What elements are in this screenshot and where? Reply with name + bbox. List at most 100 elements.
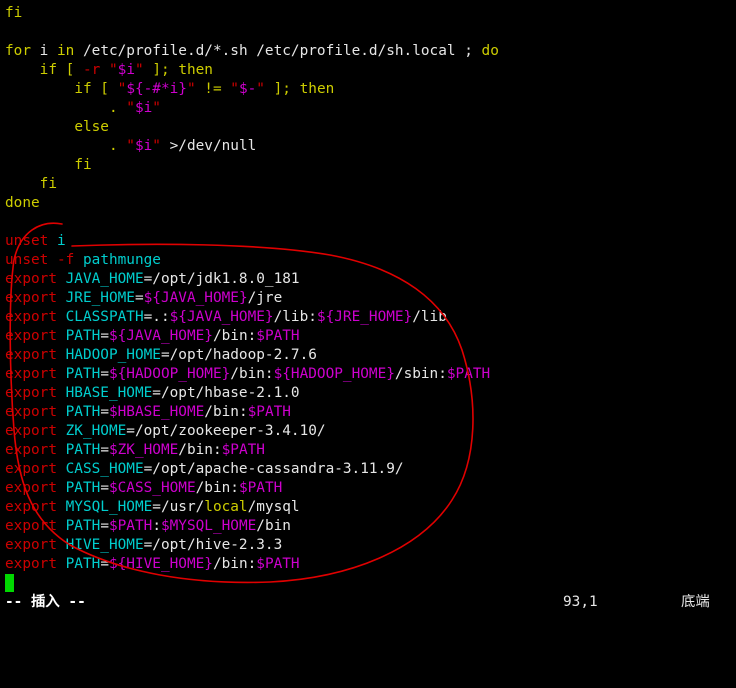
- code-token: CLASSPATH: [56, 309, 144, 325]
- code-token: export: [5, 271, 57, 287]
- code-token: /bin:: [178, 442, 222, 458]
- code-token: export: [5, 537, 57, 553]
- vim-status-line: -- 插入 -- 93,1 底端: [5, 593, 733, 612]
- code-token: for: [5, 43, 31, 59]
- code-line[interactable]: unset -f pathmunge: [5, 251, 733, 270]
- code-token: unset: [5, 252, 49, 268]
- code-token: ${JRE_HOME}: [316, 309, 413, 325]
- code-line[interactable]: done: [5, 194, 733, 213]
- code-line[interactable]: else: [5, 118, 733, 137]
- code-line[interactable]: export PATH=${HADOOP_HOME}/bin:${HADOOP_…: [5, 365, 733, 384]
- code-token: ": [126, 100, 135, 116]
- code-token: export: [5, 423, 57, 439]
- code-line[interactable]: if [ "${-#*i}" != "$-" ]; then: [5, 80, 733, 99]
- code-token: export: [5, 480, 57, 496]
- code-line[interactable]: fi: [5, 175, 733, 194]
- code-token: fi: [5, 5, 23, 21]
- code-line[interactable]: . "$i": [5, 99, 733, 118]
- code-token: PATH: [56, 404, 101, 420]
- code-token: /bin:: [204, 404, 248, 420]
- code-token: /lib:: [273, 309, 317, 325]
- code-token: fi: [74, 157, 92, 173]
- code-token: !=: [195, 81, 231, 97]
- text-cursor: [5, 574, 14, 592]
- code-line[interactable]: if [ -r "$i" ]; then: [5, 61, 733, 80]
- code-token: ": [134, 62, 144, 78]
- code-line[interactable]: [5, 213, 733, 232]
- code-token: -f: [48, 252, 75, 268]
- code-line[interactable]: export ZK_HOME=/opt/zookeeper-3.4.10/: [5, 422, 733, 441]
- code-line[interactable]: export HIVE_HOME=/opt/hive-2.3.3: [5, 536, 733, 555]
- code-token: export: [5, 556, 57, 572]
- code-token: =/opt/zookeeper-3.4.10/: [126, 423, 326, 439]
- code-line[interactable]: export JRE_HOME=${JAVA_HOME}/jre: [5, 289, 733, 308]
- code-token: else: [74, 119, 109, 135]
- vim-terminal-window[interactable]: fi for i in /etc/profile.d/*.sh /etc/prof…: [0, 0, 736, 635]
- code-token: /jre: [247, 290, 283, 306]
- code-token: then: [299, 81, 335, 97]
- code-line[interactable]: for i in /etc/profile.d/*.sh /etc/profil…: [5, 42, 733, 61]
- code-line[interactable]: export PATH=$CASS_HOME/bin:$PATH: [5, 479, 733, 498]
- code-line[interactable]: export HBASE_HOME=/opt/hbase-2.1.0: [5, 384, 733, 403]
- code-line[interactable]: export PATH=$HBASE_HOME/bin:$PATH: [5, 403, 733, 422]
- code-line[interactable]: fi: [5, 156, 733, 175]
- code-line[interactable]: [5, 23, 733, 42]
- code-token: /bin:: [195, 480, 239, 496]
- code-token: ${JAVA_HOME}: [108, 328, 213, 344]
- code-line[interactable]: export PATH=$PATH:$MYSQL_HOME/bin: [5, 517, 733, 536]
- code-token: =/opt/apache-cassandra-3.11.9/: [143, 461, 404, 477]
- code-token: .: [5, 138, 127, 154]
- code-token: $PATH: [256, 556, 300, 572]
- code-token: in: [57, 43, 75, 59]
- code-token: $PATH: [247, 404, 291, 420]
- code-line[interactable]: fi: [5, 4, 733, 23]
- code-token: >/dev/null: [160, 138, 257, 154]
- code-token: export: [5, 518, 57, 534]
- code-line[interactable]: export CLASSPATH=.:${JAVA_HOME}/lib:${JR…: [5, 308, 733, 327]
- code-token: MYSQL_HOME: [56, 499, 153, 515]
- code-token: i: [48, 233, 66, 249]
- code-token: =/opt/hbase-2.1.0: [152, 385, 300, 401]
- code-line[interactable]: export PATH=${HIVE_HOME}/bin:$PATH: [5, 555, 733, 574]
- code-token: ${HIVE_HOME}: [108, 556, 213, 572]
- code-token: $-: [238, 81, 257, 97]
- code-token: =: [100, 518, 109, 534]
- code-token: ": [186, 81, 196, 97]
- code-token: export: [5, 404, 57, 420]
- code-token: /bin:: [212, 328, 257, 344]
- code-line[interactable]: export HADOOP_HOME=/opt/hadoop-2.7.6: [5, 346, 733, 365]
- editor-text-area[interactable]: fi for i in /etc/profile.d/*.sh /etc/prof…: [5, 4, 733, 574]
- code-line[interactable]: export PATH=${JAVA_HOME}/bin:$PATH: [5, 327, 733, 346]
- code-token: $PATH: [221, 442, 265, 458]
- code-line[interactable]: export PATH=$ZK_HOME/bin:$PATH: [5, 441, 733, 460]
- code-token: export: [5, 366, 57, 382]
- code-token: ${-#*i}: [126, 81, 187, 97]
- code-line[interactable]: . "$i" >/dev/null: [5, 137, 733, 156]
- code-token: ZK_HOME: [56, 423, 127, 439]
- code-token: =.:: [143, 309, 170, 325]
- code-line[interactable]: unset i: [5, 232, 733, 251]
- code-token: PATH: [56, 328, 101, 344]
- code-line[interactable]: export CASS_HOME=/opt/apache-cassandra-3…: [5, 460, 733, 479]
- code-token: PATH: [56, 366, 101, 382]
- code-token: i: [31, 43, 57, 59]
- code-token: PATH: [56, 556, 101, 572]
- code-token: =: [100, 556, 109, 572]
- code-token: export: [5, 385, 57, 401]
- code-token: then: [178, 62, 213, 78]
- code-token: [: [56, 62, 83, 78]
- code-token: $i: [134, 138, 153, 154]
- code-token: :: [152, 518, 161, 534]
- code-line[interactable]: export MYSQL_HOME=/usr/local/mysql: [5, 498, 733, 517]
- code-token: export: [5, 499, 57, 515]
- code-token: .: [5, 100, 127, 116]
- code-token: export: [5, 328, 57, 344]
- code-token: HIVE_HOME: [56, 537, 144, 553]
- code-line[interactable]: export JAVA_HOME=/opt/jdk1.8.0_181: [5, 270, 733, 289]
- code-token: ": [108, 62, 118, 78]
